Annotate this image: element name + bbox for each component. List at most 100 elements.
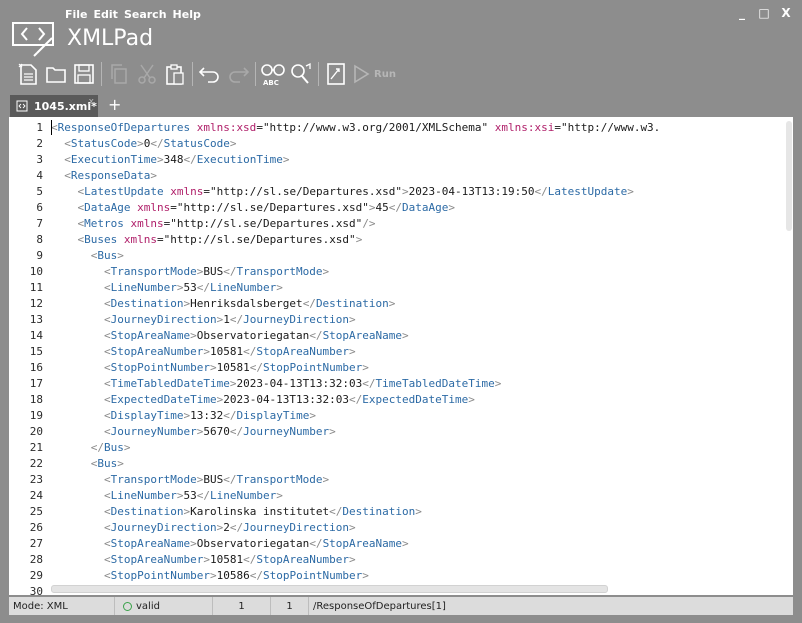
xml-token xyxy=(51,505,104,518)
xml-token: StatusCode xyxy=(163,137,230,150)
xml-token: 53 xyxy=(183,281,197,294)
cut-icon xyxy=(138,64,156,84)
find-replace-button[interactable] xyxy=(287,60,315,88)
tab-close-icon[interactable]: x xyxy=(89,97,94,107)
code-line[interactable]: 26 <JourneyDirection>2</JourneyDirection… xyxy=(9,520,785,536)
code-line[interactable]: 14 <StopAreaName>Observatoriegatan</Stop… xyxy=(9,328,785,344)
run-icon xyxy=(354,64,370,84)
text-caret xyxy=(51,120,52,135)
line-text: <LineNumber>53</LineNumber> xyxy=(51,488,283,504)
code-line[interactable]: 4 <ResponseData> xyxy=(9,168,785,184)
code-line[interactable]: 20 <JourneyNumber>5670</JourneyNumber> xyxy=(9,424,785,440)
line-text: <ResponseOfDepartures xmlns:xsd="http://… xyxy=(51,120,660,136)
xml-token: 13:32 xyxy=(190,409,224,422)
code-line[interactable]: 13 <JourneyDirection>1</JourneyDirection… xyxy=(9,312,785,328)
code-line[interactable]: 19 <DisplayTime>13:32</DisplayTime> xyxy=(9,408,785,424)
run-button[interactable]: Run xyxy=(352,64,396,84)
xml-token: </ xyxy=(388,201,403,214)
line-text: <StopAreaName>Observatoriegatan</StopAre… xyxy=(51,536,409,552)
xml-token: </ xyxy=(183,153,197,166)
line-text: <TimeTabledDateTime>2023-04-13T13:32:03<… xyxy=(51,376,501,392)
xml-token: < xyxy=(103,489,111,502)
line-number: 27 xyxy=(29,537,43,550)
spellcheck-button[interactable]: ABC xyxy=(259,60,287,88)
cut-button[interactable] xyxy=(133,60,161,88)
close-button[interactable]: X xyxy=(780,6,792,20)
xml-token: StopPointNumber xyxy=(110,569,210,582)
xml-token xyxy=(51,297,104,310)
code-line[interactable]: 6 <DataAge xmlns="http://sl.se/Departure… xyxy=(9,200,785,216)
code-line[interactable]: 18 <ExpectedDateTime>2023-04-13T13:32:03… xyxy=(9,392,785,408)
code-line[interactable]: 23 <TransportMode>BUS</TransportMode> xyxy=(9,472,785,488)
xml-token: StopAreaNumber xyxy=(256,345,350,358)
line-text: <JourneyDirection>1</JourneyDirection> xyxy=(51,312,356,328)
xml-file-icon xyxy=(16,100,28,112)
xml-token: > xyxy=(322,265,330,278)
code-line[interactable]: 28 <StopAreaNumber>10581</StopAreaNumber… xyxy=(9,552,785,568)
code-line[interactable]: 5 <LatestUpdate xmlns="http://sl.se/Depa… xyxy=(9,184,785,200)
code-line[interactable]: 29 <StopPointNumber>10586</StopPointNumb… xyxy=(9,568,785,584)
xml-token: < xyxy=(103,329,111,342)
code-lines[interactable]: 1 <ResponseOfDepartures xmlns:xsd="http:/… xyxy=(9,120,785,595)
code-line[interactable]: 22 <Bus> xyxy=(9,456,785,472)
xml-token: xmlns xyxy=(170,185,204,198)
new-file-button[interactable] xyxy=(14,60,42,88)
xml-token: DisplayTime xyxy=(110,409,184,422)
code-line[interactable]: 16 <StopPointNumber>10581</StopPointNumb… xyxy=(9,360,785,376)
line-number: 8 xyxy=(36,233,43,246)
new-tab-button[interactable]: + xyxy=(108,95,121,114)
vertical-scroll-thumb[interactable] xyxy=(786,121,792,231)
xml-token: = xyxy=(203,185,210,198)
vertical-scrollbar[interactable] xyxy=(785,117,793,595)
undo-button[interactable] xyxy=(196,60,224,88)
code-line[interactable]: 24 <LineNumber>53</LineNumber> xyxy=(9,488,785,504)
code-line[interactable]: 3 <ExecutionTime>348</ExecutionTime> xyxy=(9,152,785,168)
code-line[interactable]: 11 <LineNumber>53</LineNumber> xyxy=(9,280,785,296)
code-line[interactable]: 1 <ResponseOfDepartures xmlns:xsd="http:/… xyxy=(9,120,785,136)
xpath-button[interactable] xyxy=(322,60,350,88)
tab-1045-xml[interactable]: 1045.xml* x xyxy=(10,95,98,117)
menu-edit[interactable]: Edit xyxy=(94,8,118,21)
code-line[interactable]: 2 <StatusCode>0</StatusCode> xyxy=(9,136,785,152)
menu-search[interactable]: Search xyxy=(124,8,167,21)
maximize-button[interactable]: □ xyxy=(758,6,770,20)
code-line[interactable]: 21 </Bus> xyxy=(9,440,785,456)
code-line[interactable]: 9 <Bus> xyxy=(9,248,785,264)
code-line[interactable]: 15 <StopAreaNumber>10581</StopAreaNumber… xyxy=(9,344,785,360)
xml-token: ExecutionTime xyxy=(70,153,157,166)
xml-token: StopPointNumber xyxy=(262,361,363,374)
xml-token: LineNumber xyxy=(110,281,177,294)
xml-token: Bus xyxy=(97,249,118,262)
code-line[interactable]: 8 <Buses xmlns="http://sl.se/Departures.… xyxy=(9,232,785,248)
paste-button[interactable] xyxy=(161,60,189,88)
save-button[interactable] xyxy=(70,60,98,88)
xml-editor[interactable]: 1 <ResponseOfDepartures xmlns:xsd="http:/… xyxy=(9,117,793,595)
xml-token: > xyxy=(117,249,124,262)
xml-token xyxy=(51,425,104,438)
menu-help[interactable]: Help xyxy=(173,8,201,21)
menubar: File Edit Search Help xyxy=(65,8,201,21)
menu-file[interactable]: File xyxy=(65,8,88,21)
xml-token: ExecutionTime xyxy=(196,153,283,166)
open-button[interactable] xyxy=(42,60,70,88)
xml-token: "http://sl.se/Departures.xsd" xyxy=(170,217,363,230)
redo-button[interactable] xyxy=(224,60,252,88)
xml-token: ResponseOfDepartures xyxy=(57,121,191,134)
code-line[interactable]: 10 <TransportMode>BUS</TransportMode> xyxy=(9,264,785,280)
code-line[interactable]: 12 <Destination>Henriksdalsberget</Desti… xyxy=(9,296,785,312)
minimize-button[interactable]: _ xyxy=(736,6,748,20)
xml-token: > xyxy=(309,409,316,422)
copy-button[interactable] xyxy=(105,60,133,88)
xml-token: 10581 xyxy=(209,553,244,566)
code-line[interactable]: 7 <Metros xmlns="http://sl.se/Departures… xyxy=(9,216,785,232)
horizontal-scrollbar[interactable] xyxy=(51,585,608,593)
xml-token: Karolinska institutet xyxy=(190,505,330,518)
xml-token: TransportMode xyxy=(236,473,323,486)
code-line[interactable]: 25 <Destination>Karolinska institutet</D… xyxy=(9,504,785,520)
xml-token: ResponseData xyxy=(70,169,151,182)
code-line[interactable]: 17 <TimeTabledDateTime>2023-04-13T13:32:… xyxy=(9,376,785,392)
xml-token: > xyxy=(349,521,356,534)
xml-token: 2023-04-13T13:19:50 xyxy=(408,185,535,198)
code-line[interactable]: 27 <StopAreaName>Observatoriegatan</Stop… xyxy=(9,536,785,552)
xml-token: </ xyxy=(223,265,237,278)
